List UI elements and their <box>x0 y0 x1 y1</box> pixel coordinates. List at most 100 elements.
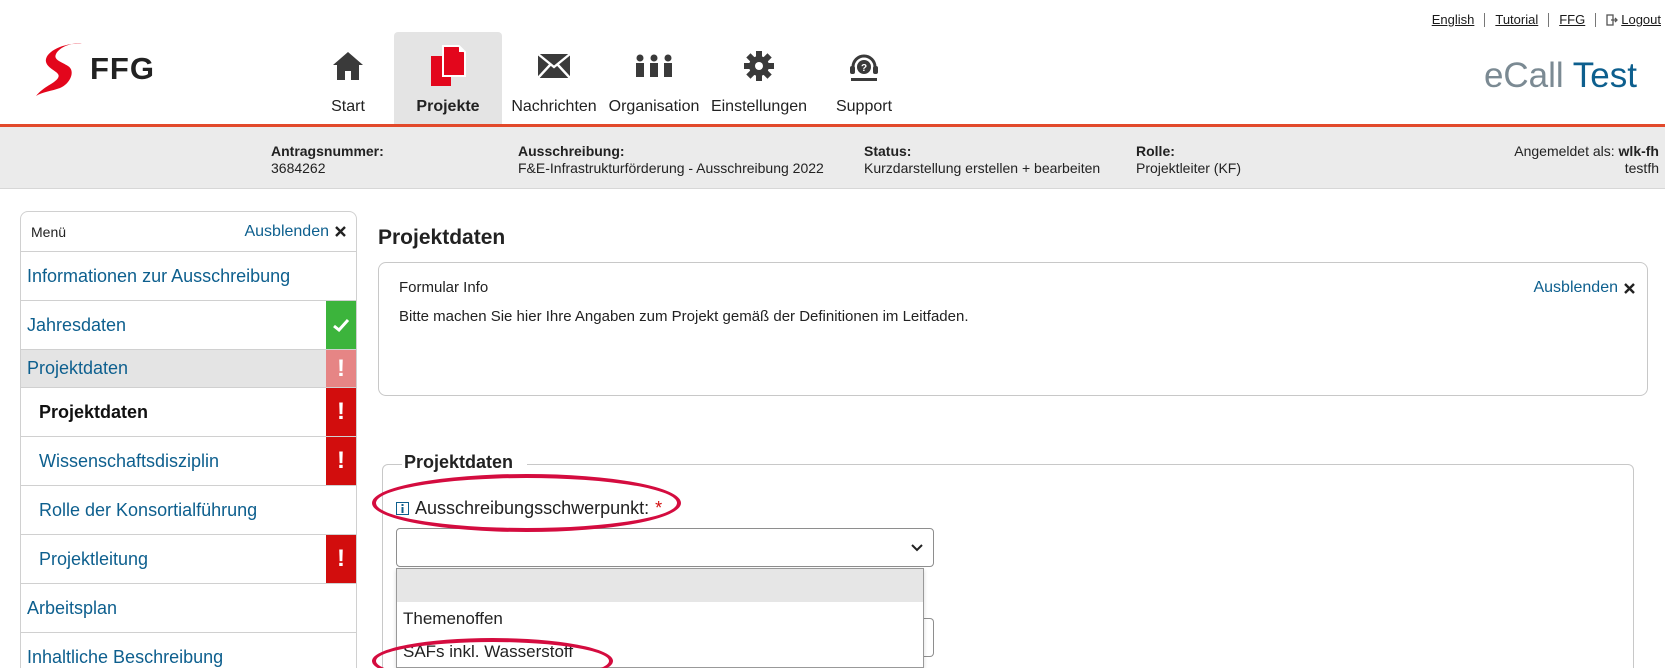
dropdown-option-safs[interactable]: SAFs inkl. Wasserstoff <box>397 635 923 668</box>
sidebar-item-label: Informationen zur Ausschreibung <box>27 265 291 286</box>
fieldset-legend: Projektdaten <box>402 452 528 473</box>
status-error-flag: ! <box>326 437 356 485</box>
sidebar-hide-label: Ausblenden <box>244 222 329 240</box>
exclamation-icon: ! <box>337 354 345 382</box>
dropdown-option-themenoffen[interactable]: Themenoffen <box>397 602 923 635</box>
envelope-icon <box>537 53 571 79</box>
exclamation-icon: ! <box>337 447 345 474</box>
sidebar-item-rolle-konsortialfuehrung[interactable]: Rolle der Konsortialführung <box>21 486 356 535</box>
exclamation-icon: ! <box>337 545 345 572</box>
checkmark-icon <box>333 318 349 332</box>
nav-organisation[interactable]: Organisation <box>606 32 702 124</box>
ausschreibungsschwerpunkt-label: Ausschreibungsschwerpunkt: * <box>396 498 662 519</box>
login-org: testfh <box>1624 160 1659 176</box>
sidebar-item-label: Projektdaten <box>27 358 129 378</box>
fieldset-legend-label: Projektdaten <box>404 452 514 472</box>
login-user: wlk-fh <box>1618 143 1659 159</box>
logout-label: Logout <box>1621 12 1661 27</box>
status-ok-flag <box>326 301 356 349</box>
logout-link[interactable]: Logout <box>1606 12 1661 27</box>
nav-einstellungen-label: Einstellungen <box>710 98 808 115</box>
info-icon[interactable] <box>396 502 409 515</box>
logout-icon <box>1606 13 1619 26</box>
form-info-box: Formular Info Bitte machen Sie hier Ihre… <box>378 262 1648 396</box>
close-icon <box>335 226 346 237</box>
rolle-value: Projektleiter (KF) <box>1136 160 1242 176</box>
dropdown-option-empty[interactable] <box>397 569 923 602</box>
nav-projekte[interactable]: Projekte <box>394 32 502 124</box>
ffg-link[interactable]: FFG <box>1559 12 1585 27</box>
status-error-flag: ! <box>326 535 356 583</box>
nav-einstellungen[interactable]: Einstellungen <box>702 32 816 124</box>
sidebar-item-inhaltliche-beschreibung[interactable]: Inhaltliche Beschreibung <box>21 633 356 668</box>
status-label: Status: <box>864 143 912 159</box>
sidebar-item-label: Projektdaten <box>39 401 149 422</box>
status-warning-flag: ! <box>326 350 356 387</box>
ecall-label: eCall <box>1483 56 1564 95</box>
login-label: Angemeldet als: <box>1514 143 1615 159</box>
top-links: English Tutorial FFG Logout <box>1432 12 1661 27</box>
tutorial-link[interactable]: Tutorial <box>1495 12 1538 27</box>
status-value: Kurzdarstellung erstellen + bearbeiten <box>864 160 1101 176</box>
sidebar-item-projektleitung[interactable]: Projektleitung ! <box>21 535 356 584</box>
sidebar-item-label: Rolle der Konsortialführung <box>39 499 258 520</box>
antrag-label: Antragsnummer: <box>271 143 384 159</box>
select-dropdown-list: Themenoffen SAFs inkl. Wasserstoff <box>396 568 924 668</box>
field-label-text: Ausschreibungsschwerpunkt: <box>415 498 650 518</box>
rolle-block: Rolle: Projektleiter (KF) <box>1136 143 1241 177</box>
divider <box>1595 12 1597 27</box>
svg-text:?: ? <box>861 63 867 74</box>
nav-nachrichten-label: Nachrichten <box>511 98 597 115</box>
home-icon <box>333 52 363 80</box>
ausschreibungsschwerpunkt-select[interactable] <box>396 528 934 567</box>
sidebar-item-projektdaten[interactable]: Projektdaten ! <box>21 388 356 437</box>
antrag-block: Antragsnummer: 3684262 <box>271 143 384 177</box>
exclamation-icon: ! <box>337 398 345 425</box>
main-navigation: Start Projekte Nachrichten Organisation … <box>302 32 912 124</box>
divider <box>1548 12 1550 27</box>
sidebar-item-informationen[interactable]: Informationen zur Ausschreibung <box>21 252 356 301</box>
nav-start-label: Start <box>331 98 365 115</box>
info-box-text: Bitte machen Sie hier Ihre Angaben zum P… <box>399 308 969 325</box>
ffg-logo[interactable]: FFG <box>34 40 155 98</box>
ffg-logo-mark-icon <box>36 43 82 96</box>
nav-nachrichten[interactable]: Nachrichten <box>502 32 606 124</box>
english-link[interactable]: English <box>1432 12 1475 27</box>
chevron-down-icon <box>911 543 923 551</box>
ecall-brand: eCall Test <box>1484 56 1637 96</box>
nav-projekte-label: Projekte <box>416 98 480 115</box>
application-info-bar: Antragsnummer: 3684262 Ausschreibung: F&… <box>0 127 1665 189</box>
rolle-label: Rolle: <box>1136 143 1175 159</box>
sidebar-item-jahresdaten[interactable]: Jahresdaten <box>21 301 356 350</box>
headset-icon: ? <box>850 54 878 81</box>
status-block: Status: Kurzdarstellung erstellen + bear… <box>864 143 1100 177</box>
sidebar-item-arbeitsplan[interactable]: Arbeitsplan <box>21 584 356 633</box>
sidebar-header: Menü Ausblenden <box>21 212 356 252</box>
ecall-test-label: Test <box>1572 56 1637 95</box>
sidebar-title: Menü <box>31 223 67 240</box>
info-box-title: Formular Info <box>399 279 489 296</box>
sidebar-item-label: Jahresdaten <box>27 314 127 335</box>
logo-text: FFG <box>90 51 155 86</box>
sidebar-item-label: Inhaltliche Beschreibung <box>27 647 224 667</box>
ausschreibung-label: Ausschreibung: <box>518 143 625 159</box>
required-marker: * <box>655 498 663 518</box>
documents-icon <box>431 45 466 86</box>
close-icon <box>1624 282 1635 294</box>
info-hide-label: Ausblenden <box>1533 279 1618 296</box>
sidebar-item-label: Wissenschaftsdisziplin <box>39 450 220 471</box>
sidebar-item-projektdaten-group[interactable]: Projektdaten ! <box>21 350 356 388</box>
page-title: Projektdaten <box>378 226 506 249</box>
nav-organisation-label: Organisation <box>608 98 700 115</box>
gear-icon <box>744 51 774 81</box>
sidebar-menu: Menü Ausblenden Informationen zur Aussch… <box>20 211 357 668</box>
sidebar-item-label: Projektleitung <box>39 548 149 569</box>
sidebar-item-wissenschaftsdisziplin[interactable]: Wissenschaftsdisziplin ! <box>21 437 356 486</box>
info-hide-button[interactable]: Ausblenden <box>1533 279 1635 297</box>
nav-support[interactable]: ? Support <box>816 32 912 124</box>
nav-start[interactable]: Start <box>302 32 394 124</box>
ausschreibung-block: Ausschreibung: F&E-Infrastrukturförderun… <box>518 143 824 177</box>
sidebar-hide-button[interactable]: Ausblenden <box>244 223 346 241</box>
sidebar-item-label: Arbeitsplan <box>27 597 118 618</box>
nav-support-label: Support <box>835 98 893 115</box>
